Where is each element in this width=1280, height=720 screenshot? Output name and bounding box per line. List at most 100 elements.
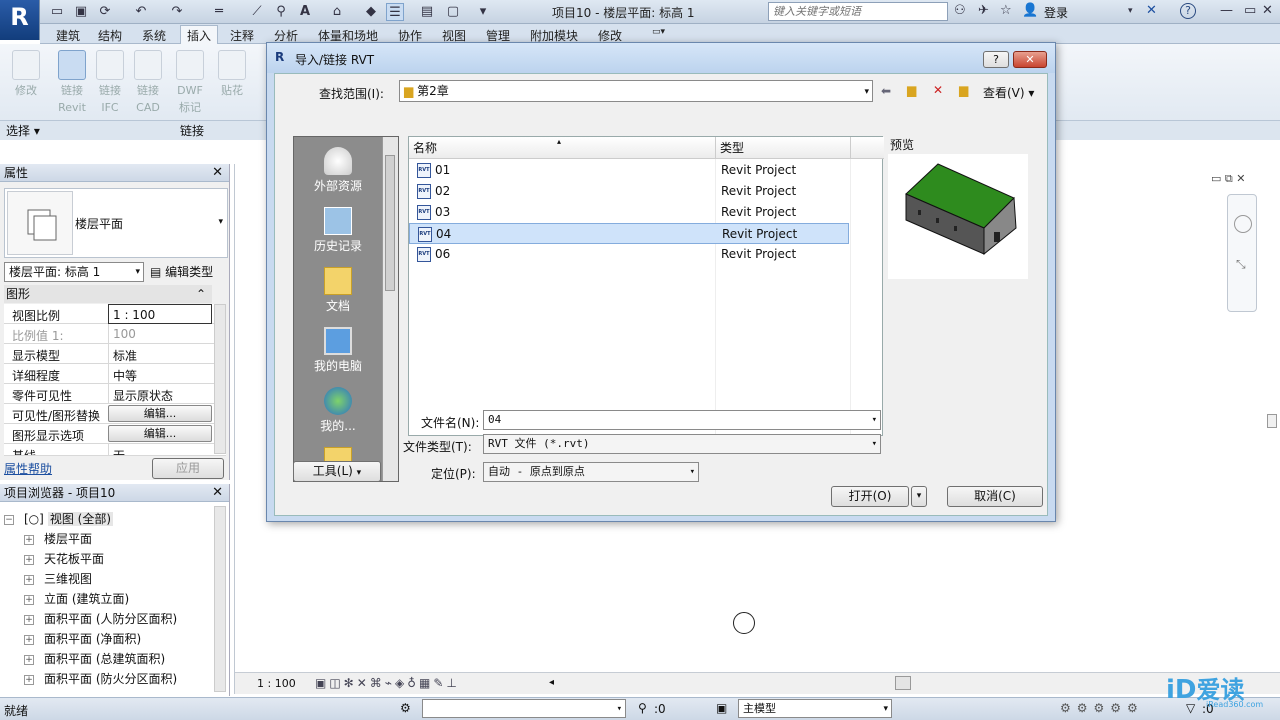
expand-icon[interactable]: + xyxy=(24,634,34,645)
up-folder-icon[interactable]: ▆ xyxy=(907,83,916,97)
link-ifc-button[interactable]: 链接 IFC xyxy=(92,50,128,116)
group-graphics[interactable]: 图形 ⌃ xyxy=(4,285,212,303)
horizontal-scroll-thumb[interactable] xyxy=(895,676,911,690)
back-icon[interactable]: ⬅ xyxy=(881,84,891,98)
user-icon[interactable]: 👤 xyxy=(1022,3,1038,18)
position-dropdown[interactable]: 自动 - 原点到原点 ▾ xyxy=(483,462,699,482)
cancel-button[interactable]: 取消(C) xyxy=(947,486,1043,507)
customize-qat-icon[interactable]: ▾ xyxy=(474,3,492,21)
tab-architecture[interactable]: 建筑 xyxy=(56,27,80,44)
zoom-icon[interactable]: ⤡ xyxy=(1236,257,1246,272)
expand-icon[interactable]: + xyxy=(24,614,34,625)
open-icon[interactable]: ▭ xyxy=(48,3,66,21)
prop-row[interactable]: 基线无 xyxy=(4,444,226,456)
tree-item[interactable]: + 面积平面 (总建筑面积) xyxy=(24,650,165,667)
dialog-help-button[interactable]: ? xyxy=(983,51,1009,68)
expand-icon[interactable]: + xyxy=(24,574,34,585)
login-dropdown-icon[interactable]: ▾ xyxy=(1128,6,1133,16)
new-folder-icon[interactable]: ▆ xyxy=(959,83,968,97)
restore-icon[interactable]: ▭ xyxy=(1244,3,1256,18)
tree-root[interactable]: − [○] 视图 (全部) xyxy=(4,510,114,527)
view-scale-input[interactable]: 1 : 100 xyxy=(108,304,212,324)
section-icon[interactable]: ◆ xyxy=(362,3,380,21)
prop-row[interactable]: 视图比例 1 : 100 xyxy=(4,304,226,324)
steering-wheel-icon[interactable] xyxy=(1234,215,1252,233)
panel-select-label[interactable]: 选择 ▾ xyxy=(6,122,40,139)
file-row[interactable]: RVT 01 Revit Project xyxy=(409,160,849,181)
expand-icon[interactable]: + xyxy=(24,554,34,565)
place-history[interactable]: 历史记录 xyxy=(294,207,382,254)
switch-windows-icon[interactable]: ▢ xyxy=(444,3,462,21)
tree-item[interactable]: + 面积平面 (净面积) xyxy=(24,630,141,647)
file-row[interactable]: RVT 03 Revit Project xyxy=(409,202,849,223)
dwf-markup-button[interactable]: DWF 标记 xyxy=(172,50,208,116)
expand-icon[interactable]: + xyxy=(24,594,34,605)
column-type-header[interactable]: 类型 xyxy=(715,137,850,159)
open-dropdown-button[interactable]: ▾ xyxy=(911,486,927,507)
file-row[interactable]: RVT 02 Revit Project xyxy=(409,181,849,202)
column-name-header[interactable]: 名称 ▴ xyxy=(409,137,715,159)
browser-close-icon[interactable]: ✕ xyxy=(212,485,223,500)
properties-scrollbar[interactable] xyxy=(214,304,226,454)
file-row-selected[interactable]: RVT 04 Revit Project xyxy=(409,223,849,244)
tab-annotate[interactable]: 注释 xyxy=(230,27,254,44)
browser-scrollbar[interactable] xyxy=(214,506,226,692)
workset-selector[interactable]: ▾ xyxy=(422,699,626,718)
sync-icon[interactable]: ⟳ xyxy=(96,3,114,21)
view-menu[interactable]: 查看(V) ▾ xyxy=(983,84,1034,101)
open-button[interactable]: 打开(O) xyxy=(831,486,909,507)
prop-row[interactable]: 显示模型 标准 xyxy=(4,344,226,364)
worksets-icon[interactable]: ⚙ xyxy=(400,701,411,715)
text-icon[interactable]: A xyxy=(296,3,314,21)
display-options-edit-button[interactable]: 编辑... xyxy=(108,425,212,442)
expand-icon[interactable]: + xyxy=(24,674,34,685)
decal-button[interactable]: 贴花 xyxy=(214,50,250,99)
search-input[interactable] xyxy=(768,2,948,21)
editable-only-icon[interactable]: ⚲ xyxy=(638,701,647,715)
place-external[interactable]: 外部资源 xyxy=(294,147,382,194)
collapse-icon[interactable]: − xyxy=(4,514,14,525)
measure-icon[interactable]: ═ xyxy=(210,3,228,21)
subscription-icon[interactable]: ✈ xyxy=(978,3,989,18)
link-cad-button[interactable]: 链接 CAD xyxy=(130,50,166,116)
dialog-title-bar[interactable]: R 导入/链接 RVT ? ✕ xyxy=(267,43,1055,73)
view-control-icons[interactable]: ▣◫✻✕⌘⌁◈♁▦✎⊥ xyxy=(315,676,460,690)
view-window-controls[interactable]: ▭ ⧉ ✕ xyxy=(1211,172,1245,186)
exchange-apps-icon[interactable]: ✕ xyxy=(1146,3,1157,18)
tab-insert[interactable]: 插入 xyxy=(180,25,219,44)
tools-button[interactable]: 工具(L) ▾ xyxy=(293,461,381,482)
tab-systems[interactable]: 系统 xyxy=(142,27,166,44)
file-row[interactable]: RVT 06 Revit Project xyxy=(409,244,849,265)
undo-icon[interactable]: ↶ xyxy=(132,3,150,21)
tree-item[interactable]: + 天花板平面 xyxy=(24,550,104,567)
tree-item[interactable]: + 面积平面 (人防分区面积) xyxy=(24,610,177,627)
lookin-dropdown[interactable]: ▆ 第2章 ▾ xyxy=(399,80,873,102)
modify-button[interactable]: 修改 xyxy=(8,50,44,99)
edit-type-button[interactable]: ▤ 编辑类型 xyxy=(150,263,213,280)
close-hidden-icon[interactable]: ▤ xyxy=(418,3,436,21)
close-icon[interactable]: ✕ xyxy=(1262,3,1273,18)
design-option-selector[interactable]: 主模型 ▾ xyxy=(738,699,892,718)
help-icon[interactable]: ? xyxy=(1180,3,1196,19)
save-icon[interactable]: ▣ xyxy=(72,3,90,21)
login-link[interactable]: 登录 xyxy=(1044,4,1068,21)
expand-icon[interactable]: + xyxy=(24,654,34,665)
prop-row[interactable]: 零件可见性 显示原状态 xyxy=(4,384,226,404)
ribbon-minimize-icon[interactable]: ▭▾ xyxy=(652,27,665,37)
type-selector[interactable]: 楼层平面 ▾ xyxy=(4,188,228,258)
tree-item[interactable]: + 面积平面 (防火分区面积) xyxy=(24,670,177,687)
column-extra-header[interactable] xyxy=(850,137,884,159)
filetype-dropdown[interactable]: RVT 文件 (*.rvt) ▾ xyxy=(483,434,881,454)
properties-help-link[interactable]: 属性帮助 xyxy=(4,460,52,477)
place-documents[interactable]: 文档 xyxy=(294,267,382,314)
expand-icon[interactable]: + xyxy=(24,534,34,545)
tree-item[interactable]: + 楼层平面 xyxy=(24,530,92,547)
prop-row[interactable]: 详细程度 中等 xyxy=(4,364,226,384)
tree-item[interactable]: + 三维视图 xyxy=(24,570,92,587)
dialog-close-button[interactable]: ✕ xyxy=(1013,51,1047,68)
3d-view-icon[interactable]: ⌂ xyxy=(328,3,346,21)
properties-close-icon[interactable]: ✕ xyxy=(212,165,223,180)
instance-selector[interactable]: 楼层平面: 标高 1 ▾ xyxy=(4,262,144,282)
minimize-icon[interactable]: — xyxy=(1220,3,1233,18)
tab-structure[interactable]: 结构 xyxy=(98,27,122,44)
